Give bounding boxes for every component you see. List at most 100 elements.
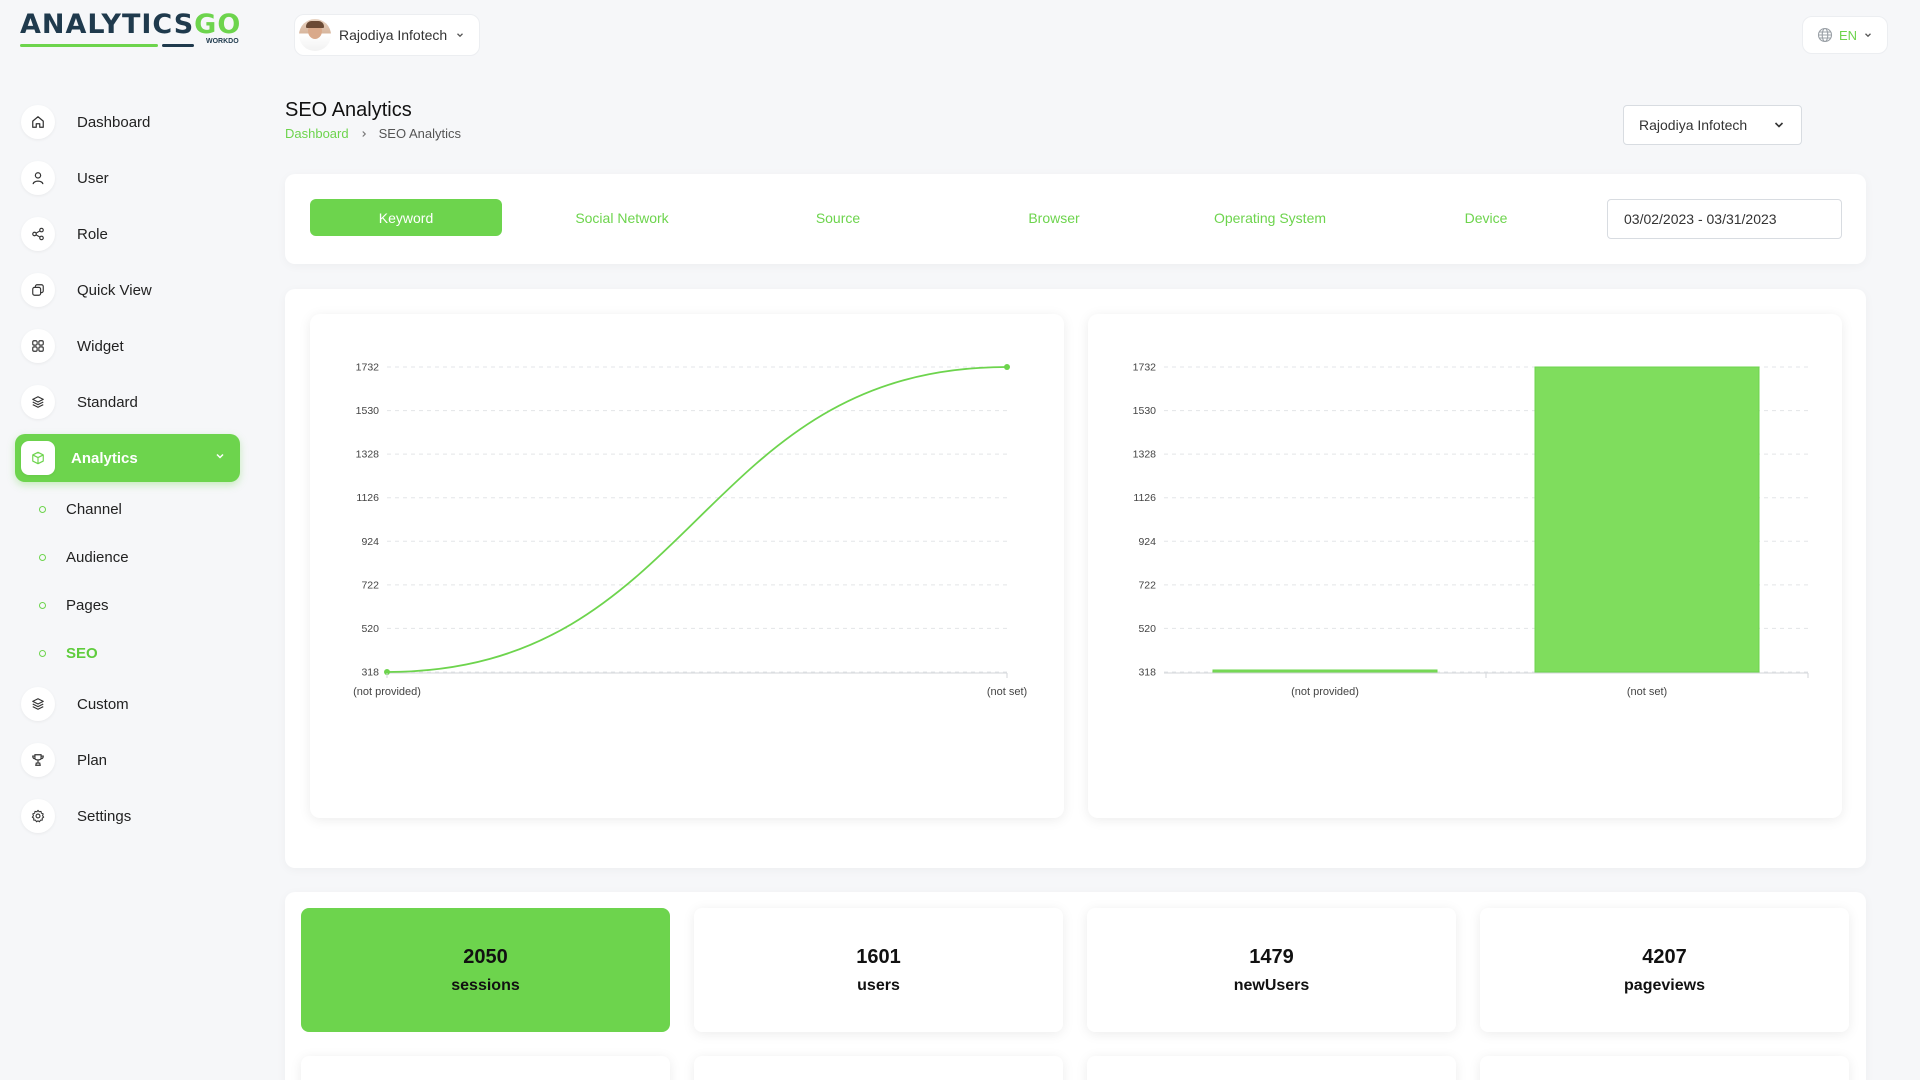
stat-label: sessions: [451, 976, 520, 994]
y-tick-label: 1530: [1133, 405, 1157, 417]
page-title: SEO Analytics: [285, 99, 412, 121]
sidebar-item-plan[interactable]: Plan: [15, 736, 240, 784]
language-label: EN: [1838, 27, 1858, 43]
y-tick-label: 520: [361, 623, 379, 635]
stat-label: pageviews: [1624, 976, 1705, 994]
sidebar-item-label: Quick View: [77, 281, 152, 299]
stat-users[interactable]: 1601 users: [694, 908, 1063, 1032]
stats-card: 2050 sessions 1601 users 1479 newUsers 4…: [285, 892, 1866, 1080]
x-tick-label: (not provided): [353, 686, 421, 698]
chevron-down-icon: [1774, 122, 1784, 128]
sidebar-subitem-label: SEO: [66, 644, 98, 662]
sidebar-subitem-seo[interactable]: SEO: [39, 638, 98, 668]
y-tick-label: 1328: [356, 449, 380, 461]
sidebar: ANALYTICSGO WORKDO Dashboard User Role Q…: [0, 0, 254, 1080]
x-tick-label: (not provided): [1291, 686, 1359, 698]
sidebar-subitem-channel[interactable]: Channel: [39, 494, 122, 524]
sidebar-item-label: User: [77, 169, 109, 187]
sidebar-item-standard[interactable]: Standard: [15, 378, 240, 426]
sidebar-item-label: Plan: [77, 751, 108, 769]
tab-keyword[interactable]: Keyword: [310, 199, 502, 236]
stat-label: newUsers: [1233, 976, 1310, 994]
y-tick-label: 1732: [1133, 362, 1157, 374]
tab-social-network[interactable]: Social Network: [526, 199, 718, 236]
user-name: Rajodiya Infotech: [339, 27, 448, 43]
y-tick-label: 318: [361, 667, 379, 679]
line-series: [386, 366, 1008, 673]
layers-icon: [21, 687, 55, 721]
sidebar-subitem-pages[interactable]: Pages: [39, 590, 109, 620]
sidebar-item-label: Analytics: [71, 449, 138, 467]
sidebar-item-dashboard[interactable]: Dashboard: [15, 98, 240, 146]
bullet-icon: [39, 553, 46, 561]
x-tick-label: (not set): [1627, 686, 1667, 698]
y-tick-label: 318: [1138, 667, 1156, 679]
sidebar-item-settings[interactable]: Settings: [15, 792, 240, 840]
gear-icon: [21, 799, 55, 833]
y-tick-label: 1126: [356, 492, 379, 504]
stat-box-partial: [694, 1056, 1063, 1080]
organization-select[interactable]: Rajodiya Infotech: [1623, 105, 1802, 145]
copy-icon: [21, 273, 55, 307]
y-tick-label: 1732: [356, 362, 380, 374]
stat-sessions[interactable]: 2050 sessions: [301, 908, 670, 1032]
box-icon: [21, 441, 55, 475]
sidebar-item-role[interactable]: Role: [15, 210, 240, 258]
stat-value: 1479: [1249, 945, 1294, 968]
date-range-input[interactable]: [1607, 199, 1842, 239]
y-tick-label: 1126: [1133, 492, 1156, 504]
grid-icon: [21, 329, 55, 363]
bullet-icon: [39, 505, 46, 513]
sidebar-item-label: Custom: [77, 695, 129, 713]
sidebar-item-user[interactable]: User: [15, 154, 240, 202]
user-icon: [21, 161, 55, 195]
logo-main-text: ANALYTICS: [20, 9, 195, 40]
sidebar-item-analytics[interactable]: Analytics: [15, 434, 240, 482]
app-logo[interactable]: ANALYTICSGO WORKDO: [20, 10, 260, 50]
x-tick-label: (not set): [987, 686, 1027, 698]
tab-source[interactable]: Source: [742, 199, 934, 236]
bar-chart: 318 520 722 924 1126 1328 1530 1732 (not provide…: [1133, 362, 1809, 698]
bullet-icon: [39, 601, 46, 609]
share-icon: [21, 217, 55, 251]
stat-label: users: [857, 976, 900, 994]
sidebar-subitem-label: Audience: [66, 548, 129, 566]
chevron-down-icon: [216, 453, 224, 459]
tab-device[interactable]: Device: [1390, 199, 1582, 236]
y-tick-label: 520: [1138, 623, 1156, 635]
sidebar-item-label: Standard: [77, 393, 138, 411]
breadcrumb-current: SEO Analytics: [378, 126, 461, 141]
breadcrumb: Dashboard SEO Analytics: [285, 126, 461, 141]
y-tick-label: 924: [1138, 536, 1156, 548]
logo-underline: [20, 44, 158, 47]
stat-value: 2050: [463, 945, 508, 968]
stat-box-partial: [1480, 1056, 1849, 1080]
breadcrumb-home-link[interactable]: Dashboard: [285, 126, 349, 141]
sidebar-item-quick-view[interactable]: Quick View: [15, 266, 240, 314]
sidebar-item-custom[interactable]: Custom: [15, 680, 240, 728]
chevron-down-icon: [457, 33, 464, 38]
y-tick-label: 722: [361, 579, 379, 591]
sidebar-item-label: Dashboard: [77, 113, 151, 131]
logo-wordmark: ANALYTICSGO: [20, 10, 260, 40]
line-chart-panel: 318 520 722 924 1126 1328 1530 1732 (not provide…: [310, 314, 1064, 818]
bullet-icon: [39, 649, 46, 657]
sidebar-item-widget[interactable]: Widget: [15, 322, 240, 370]
stat-new-users[interactable]: 1479 newUsers: [1087, 908, 1456, 1032]
tab-operating-system[interactable]: Operating System: [1174, 199, 1366, 236]
chevron-right-icon: [361, 130, 366, 137]
data-point: [1004, 364, 1010, 370]
sidebar-subitem-label: Pages: [66, 596, 109, 614]
stat-value: 4207: [1642, 945, 1687, 968]
y-tick-label: 924: [361, 536, 379, 548]
tab-browser[interactable]: Browser: [958, 199, 1150, 236]
language-selector[interactable]: EN: [1802, 16, 1888, 54]
y-tick-label: 1328: [1133, 449, 1157, 461]
sidebar-item-label: Settings: [77, 807, 132, 825]
filter-tabs-card: Keyword Social Network Source Browser Op…: [285, 174, 1866, 264]
logo-underline-dark: [162, 44, 194, 47]
user-menu-button[interactable]: Rajodiya Infotech: [294, 14, 480, 56]
stat-box-partial: [301, 1056, 670, 1080]
sidebar-subitem-audience[interactable]: Audience: [39, 542, 129, 572]
stat-pageviews[interactable]: 4207 pageviews: [1480, 908, 1849, 1032]
